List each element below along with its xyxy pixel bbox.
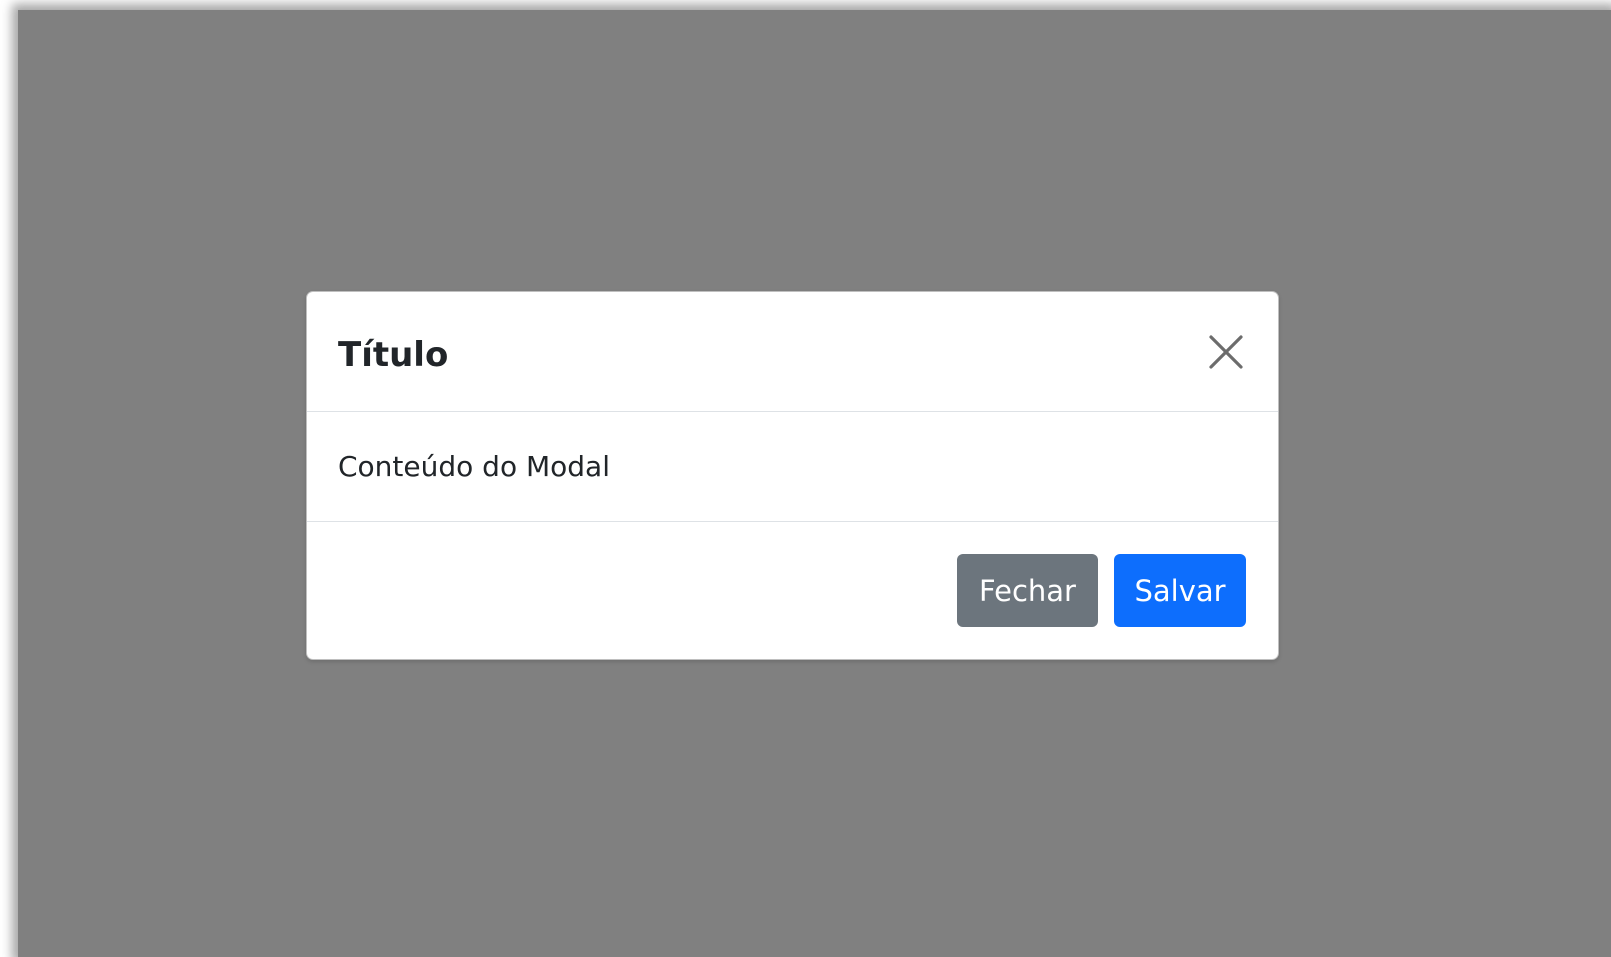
close-modal-button[interactable]: Fechar <box>957 554 1098 627</box>
modal-dialog: Título Conteúdo do Modal Fechar Salvar <box>306 291 1279 660</box>
save-button[interactable]: Salvar <box>1114 554 1246 627</box>
modal-header: Título <box>307 292 1278 412</box>
close-button[interactable] <box>1204 330 1248 374</box>
modal-body-text: Conteúdo do Modal <box>338 450 610 483</box>
page-frame: Título Conteúdo do Modal Fechar Salvar <box>0 0 1611 957</box>
modal-footer: Fechar Salvar <box>307 522 1278 659</box>
modal-title: Título <box>338 334 449 375</box>
modal-body: Conteúdo do Modal <box>307 412 1278 522</box>
close-icon <box>1209 334 1243 369</box>
